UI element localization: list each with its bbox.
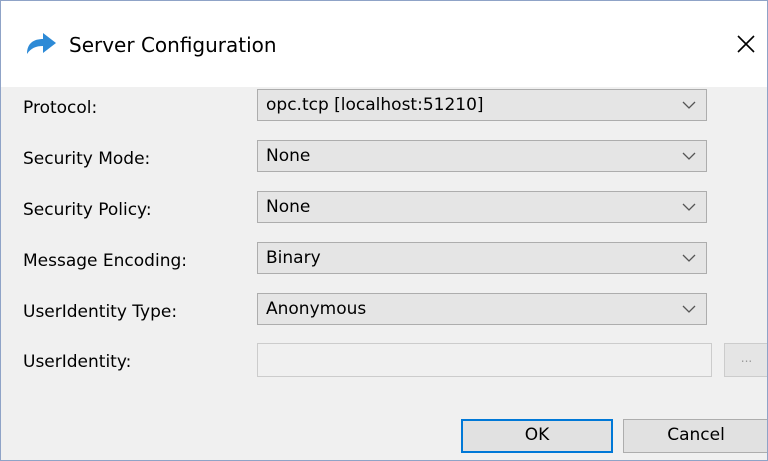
protocol-label: Protocol: — [23, 98, 98, 118]
protocol-dropdown[interactable]: opc.tcp [localhost:51210] — [257, 89, 707, 121]
protocol-value: opc.tcp [localhost:51210] — [266, 95, 484, 115]
window-title: Server Configuration — [69, 33, 277, 57]
message-encoding-label: Message Encoding: — [23, 251, 187, 271]
message-encoding-value: Binary — [266, 248, 321, 268]
browse-button: ... — [724, 343, 767, 377]
security-policy-label: Security Policy: — [23, 200, 152, 220]
user-identity-type-dropdown[interactable]: Anonymous — [257, 293, 707, 325]
security-mode-dropdown[interactable]: None — [257, 140, 707, 172]
arrow-share-icon — [27, 33, 56, 54]
close-button[interactable] — [729, 27, 763, 61]
ok-button[interactable]: OK — [461, 419, 613, 453]
user-identity-label: UserIdentity: — [23, 352, 132, 372]
chevron-down-icon — [682, 254, 696, 262]
user-identity-type-label: UserIdentity Type: — [23, 302, 178, 322]
cancel-button[interactable]: Cancel — [623, 419, 767, 453]
chevron-down-icon — [682, 152, 696, 160]
security-policy-dropdown[interactable]: None — [257, 191, 707, 223]
chevron-down-icon — [682, 203, 696, 211]
server-configuration-dialog: Server Configuration Protocol: opc.tcp [… — [0, 0, 768, 461]
security-mode-value: None — [266, 146, 311, 166]
security-policy-value: None — [266, 197, 311, 217]
title-bar: Server Configuration — [1, 1, 767, 87]
close-icon — [737, 35, 755, 53]
message-encoding-dropdown[interactable]: Binary — [257, 242, 707, 274]
user-identity-type-value: Anonymous — [266, 299, 367, 319]
security-mode-label: Security Mode: — [23, 149, 151, 169]
chevron-down-icon — [682, 101, 696, 109]
user-identity-field — [257, 343, 712, 377]
chevron-down-icon — [682, 305, 696, 313]
